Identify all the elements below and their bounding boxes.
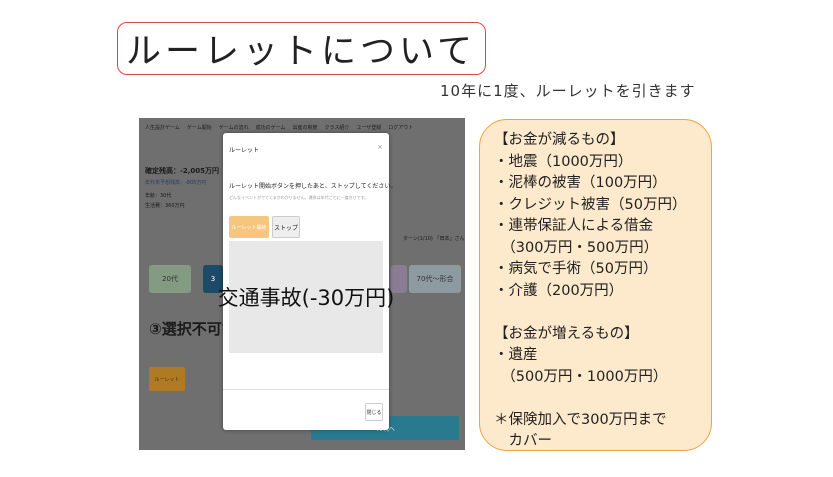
- nav-item[interactable]: ゲームの流れ: [219, 124, 249, 131]
- roulette-result: 交通事故(-30万円): [218, 241, 394, 353]
- close-icon[interactable]: ×: [377, 143, 383, 151]
- info-box: 【お金が減るもの】 ・地震（1000万円） ・泥棒の被害（100万円） ・クレジ…: [479, 119, 712, 451]
- slide-subtitle: 10年に1度、ルーレットを引きます: [440, 82, 696, 100]
- list-item: ・泥棒の被害（100万円）: [494, 175, 667, 191]
- nav-item[interactable]: 出産の制度: [292, 124, 317, 131]
- modal-title: ルーレット: [229, 147, 260, 154]
- living-cost-label: 生活費：360万円: [145, 203, 185, 209]
- insurance-note: ＊保険加入で300万円まで: [494, 411, 667, 428]
- list-item: ・遺産: [494, 347, 538, 363]
- nav-item[interactable]: ゲーム開始: [187, 124, 212, 131]
- decrease-heading: 【お金が減るもの】: [494, 132, 625, 148]
- list-item: （500万円・1000万円）: [494, 368, 668, 385]
- modal-close-button[interactable]: 閉じる: [365, 403, 383, 421]
- roulette-button[interactable]: ルーレット: [149, 367, 185, 391]
- list-item: （300万円・500万円）: [494, 239, 659, 256]
- forecast-link[interactable]: 年代末予想残高：-805万円: [145, 179, 206, 186]
- list-item: ・クレジット被害（50万円）: [494, 196, 687, 213]
- nav-item[interactable]: クラス紹介: [324, 124, 349, 131]
- modal-divider: [223, 389, 389, 390]
- list-item: ・地震（1000万円）: [494, 153, 633, 170]
- balance-label: 確定残高：-2,005万円: [145, 167, 220, 175]
- modal-note: どんなイベントがでてくるかわかりません。運命は年代ごとに一度きりです。: [229, 195, 369, 200]
- turn-indicator: ターン(1/10) 「田本」さん: [403, 236, 465, 242]
- increase-heading: 【お金が増えるもの】: [494, 325, 639, 342]
- nav-item[interactable]: 人生設計ゲーム: [145, 124, 180, 131]
- roulette-modal: ルーレット × ルーレット開始ボタンを押したあと、ストップしてください。 どんな…: [218, 133, 396, 430]
- list-item: ・病気で手術（50万円）: [494, 261, 658, 277]
- age-label: 年齢：30代: [145, 193, 172, 199]
- roulette-start-button[interactable]: ルーレット開始: [229, 216, 269, 238]
- age-20-button[interactable]: 20代: [149, 265, 191, 293]
- game-screenshot: 人生設計ゲーム ゲーム開始 ゲームの流れ 成功のゲーム 出産の制度 クラス紹介 …: [139, 118, 465, 450]
- nav-item[interactable]: ログアウト: [388, 124, 413, 131]
- nav-item[interactable]: 成功のゲーム: [256, 124, 286, 131]
- age-70-button[interactable]: 70代〜形合: [409, 265, 461, 293]
- slide-title: ルーレットについて: [117, 22, 486, 75]
- modal-instruction: ルーレット開始ボタンを押したあと、ストップしてください。: [229, 183, 397, 190]
- list-item: ・介護（200万円）: [494, 282, 624, 299]
- list-item: ・連帯保証人による借金: [494, 218, 654, 234]
- nav-item[interactable]: ユーザ登録: [356, 124, 381, 131]
- insurance-note: カバー: [494, 433, 552, 449]
- roulette-stop-button[interactable]: ストップ: [272, 216, 300, 238]
